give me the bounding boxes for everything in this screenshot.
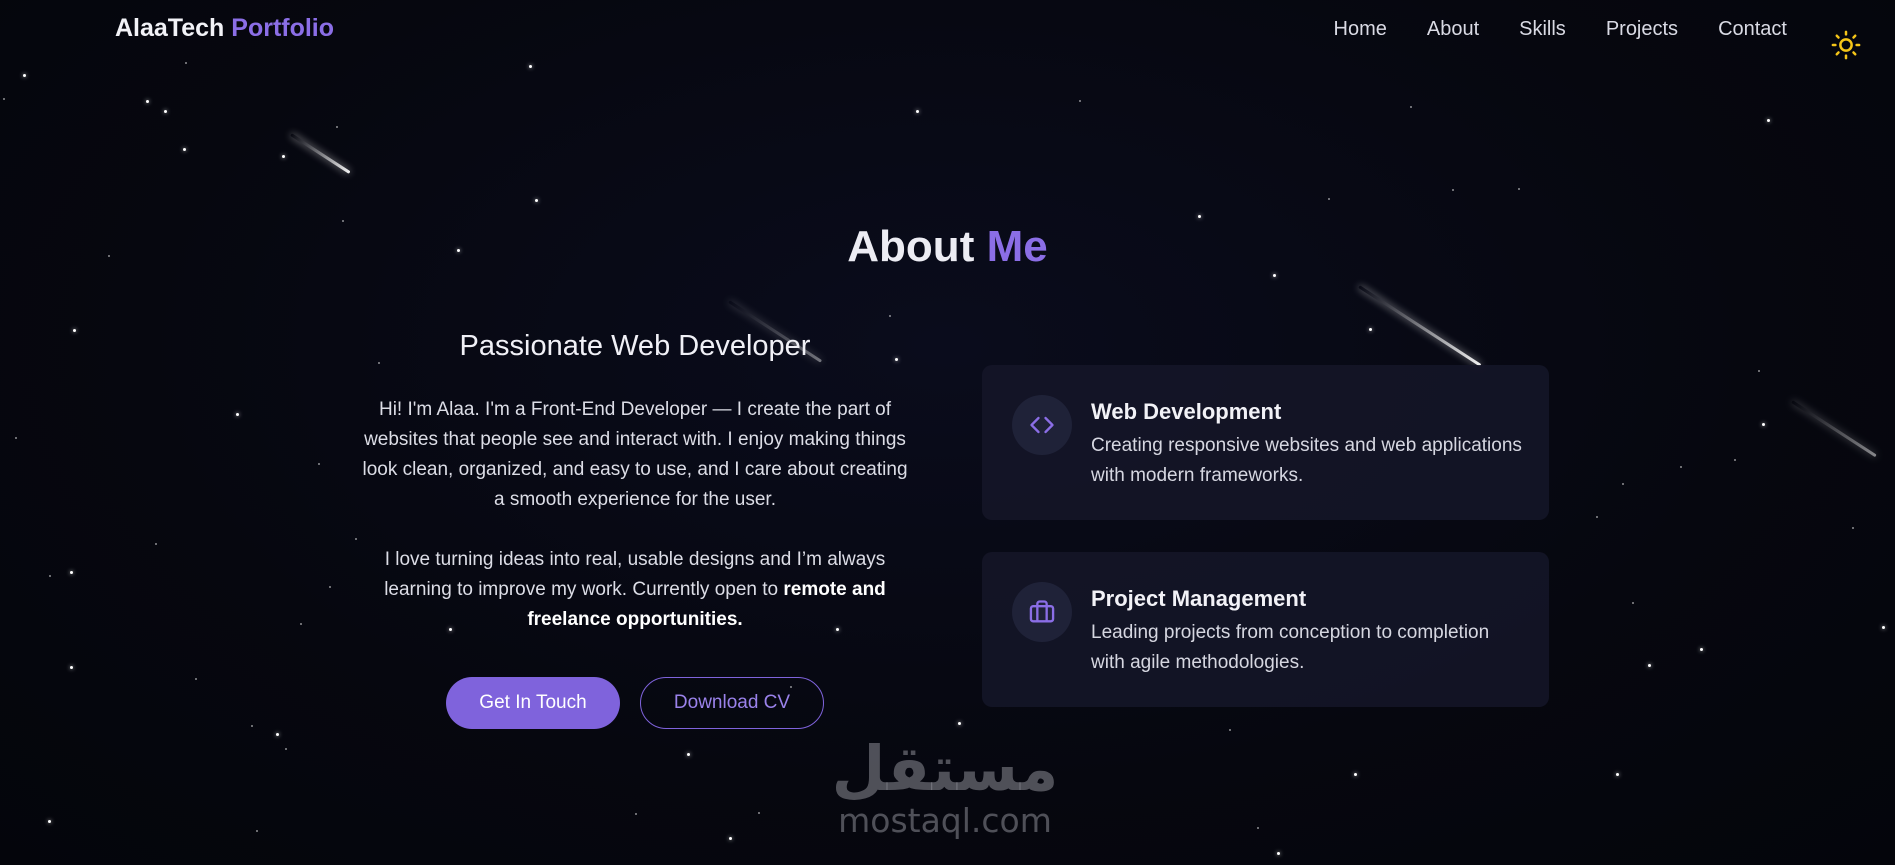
watermark-latin-text: mostaql.com	[838, 801, 1052, 840]
service-card-web-development: Web Development Creating responsive webs…	[982, 365, 1549, 520]
card-description: Leading projects from conception to comp…	[1091, 622, 1490, 673]
watermark-arabic-text: مستقل	[831, 732, 1059, 805]
section-title: About Me	[0, 222, 1895, 272]
about-paragraph-1: Hi! I'm Alaa. I'm a Front-End Developer …	[362, 399, 908, 510]
card-title: Project Management	[1091, 586, 1307, 611]
mostaql-watermark: مستقل mostaql.com	[830, 735, 1060, 839]
card-text: Web Development Creating responsive webs…	[1091, 399, 1525, 491]
nav-link-about[interactable]: About	[1427, 18, 1479, 41]
nav-link-projects[interactable]: Projects	[1606, 18, 1678, 41]
nav-link-skills[interactable]: Skills	[1519, 18, 1566, 41]
card-description: Creating responsive websites and web app…	[1091, 435, 1522, 486]
about-intro: Passionate Web Developer Hi! I'm Alaa. I…	[355, 330, 915, 729]
nav-link-contact[interactable]: Contact	[1718, 18, 1787, 41]
get-in-touch-button[interactable]: Get In Touch	[446, 677, 620, 729]
sun-icon	[1831, 30, 1861, 60]
shooting-star	[290, 133, 351, 174]
about-heading: Passionate Web Developer	[459, 330, 811, 362]
logo-main-text: AlaaTech	[115, 14, 225, 42]
theme-toggle-button[interactable]	[1831, 30, 1861, 60]
section-title-main: About	[847, 222, 975, 271]
about-paragraph-2: I love turning ideas into real, usable d…	[355, 545, 915, 635]
section-title-accent: Me	[986, 222, 1048, 271]
nav-link-home[interactable]: Home	[1334, 18, 1387, 41]
site-logo[interactable]: AlaaTech Portfolio	[115, 14, 334, 43]
logo-accent-text: Portfolio	[231, 14, 335, 42]
card-icon-container	[1012, 582, 1072, 642]
page: AlaaTech Portfolio Home About Skills Pro…	[0, 0, 1895, 865]
card-text: Project Management Leading projects from…	[1091, 586, 1525, 678]
card-icon-container	[1012, 395, 1072, 455]
shooting-star	[1358, 285, 1482, 367]
briefcase-icon	[1029, 600, 1055, 623]
shooting-star	[1791, 400, 1877, 458]
nav-links: Home About Skills Projects Contact	[1334, 18, 1787, 41]
about-buttons: Get In Touch Download CV	[355, 677, 915, 729]
code-icon	[1030, 416, 1054, 434]
navbar: AlaaTech Portfolio Home About Skills Pro…	[0, 0, 1895, 60]
card-title: Web Development	[1091, 399, 1282, 424]
service-card-project-management: Project Management Leading projects from…	[982, 552, 1549, 707]
download-cv-button[interactable]: Download CV	[640, 677, 824, 729]
